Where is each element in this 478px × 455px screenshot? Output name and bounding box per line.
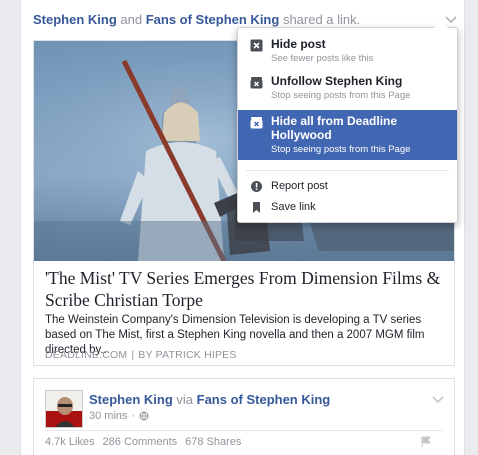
menu-item-hide-all[interactable]: Hide all from Deadline Hollywood Stop se… [238, 110, 457, 160]
comments-count[interactable]: 286 Comments [103, 436, 178, 448]
actor-link-stephen-king[interactable]: Stephen King [33, 12, 117, 27]
menu-caret [434, 21, 448, 28]
bookmark-icon [253, 202, 260, 213]
menu-item-save-link[interactable]: Save link [238, 200, 457, 218]
flag-icon[interactable] [420, 436, 432, 448]
menu-divider [246, 170, 449, 171]
story-header: Stephen King and Fans of Stephen King sh… [33, 12, 361, 27]
actor-link-fans-page[interactable]: Fans of Stephen King [146, 12, 280, 27]
second-story-header: Stephen King via Fans of Stephen King [89, 392, 331, 407]
close-box-icon [250, 39, 263, 52]
menu-item-unfollow[interactable]: Unfollow Stephen King Stop seeing posts … [238, 74, 457, 104]
hide-all-icon [250, 117, 263, 129]
menu-item-hide-post[interactable]: Hide post See fewer posts like this [238, 37, 457, 67]
unfollow-icon [250, 77, 263, 89]
link-domain: DEADLINE.COM [45, 349, 128, 361]
story-options-chevron-icon[interactable] [430, 393, 446, 405]
report-icon [251, 181, 262, 192]
actor-link-fans-page[interactable]: Fans of Stephen King [197, 392, 331, 407]
link-author: BY PATRICK HIPES [138, 349, 237, 361]
link-source: DEADLINE.COM | BY PATRICK HIPES [45, 349, 237, 361]
link-title[interactable]: 'The Mist' TV Series Emerges From Dimens… [45, 267, 449, 311]
shares-count[interactable]: 678 Shares [185, 436, 241, 448]
story-action-text: shared a link. [279, 12, 361, 27]
story-options-menu: Hide post See fewer posts like this Unfo… [237, 21, 458, 223]
engagement-stats: 4.7k Likes 286 Comments 678 Shares [45, 436, 241, 448]
divider [45, 430, 443, 431]
avatar[interactable] [45, 390, 83, 428]
globe-icon [139, 411, 149, 421]
menu-item-report-post[interactable]: Report post [238, 179, 457, 197]
actor-link-stephen-king[interactable]: Stephen King [89, 392, 173, 407]
second-story-card: Stephen King via Fans of Stephen King 30… [33, 378, 455, 455]
likes-count[interactable]: 4.7k Likes [45, 436, 95, 448]
post-timestamp: 30 mins · [89, 410, 149, 422]
